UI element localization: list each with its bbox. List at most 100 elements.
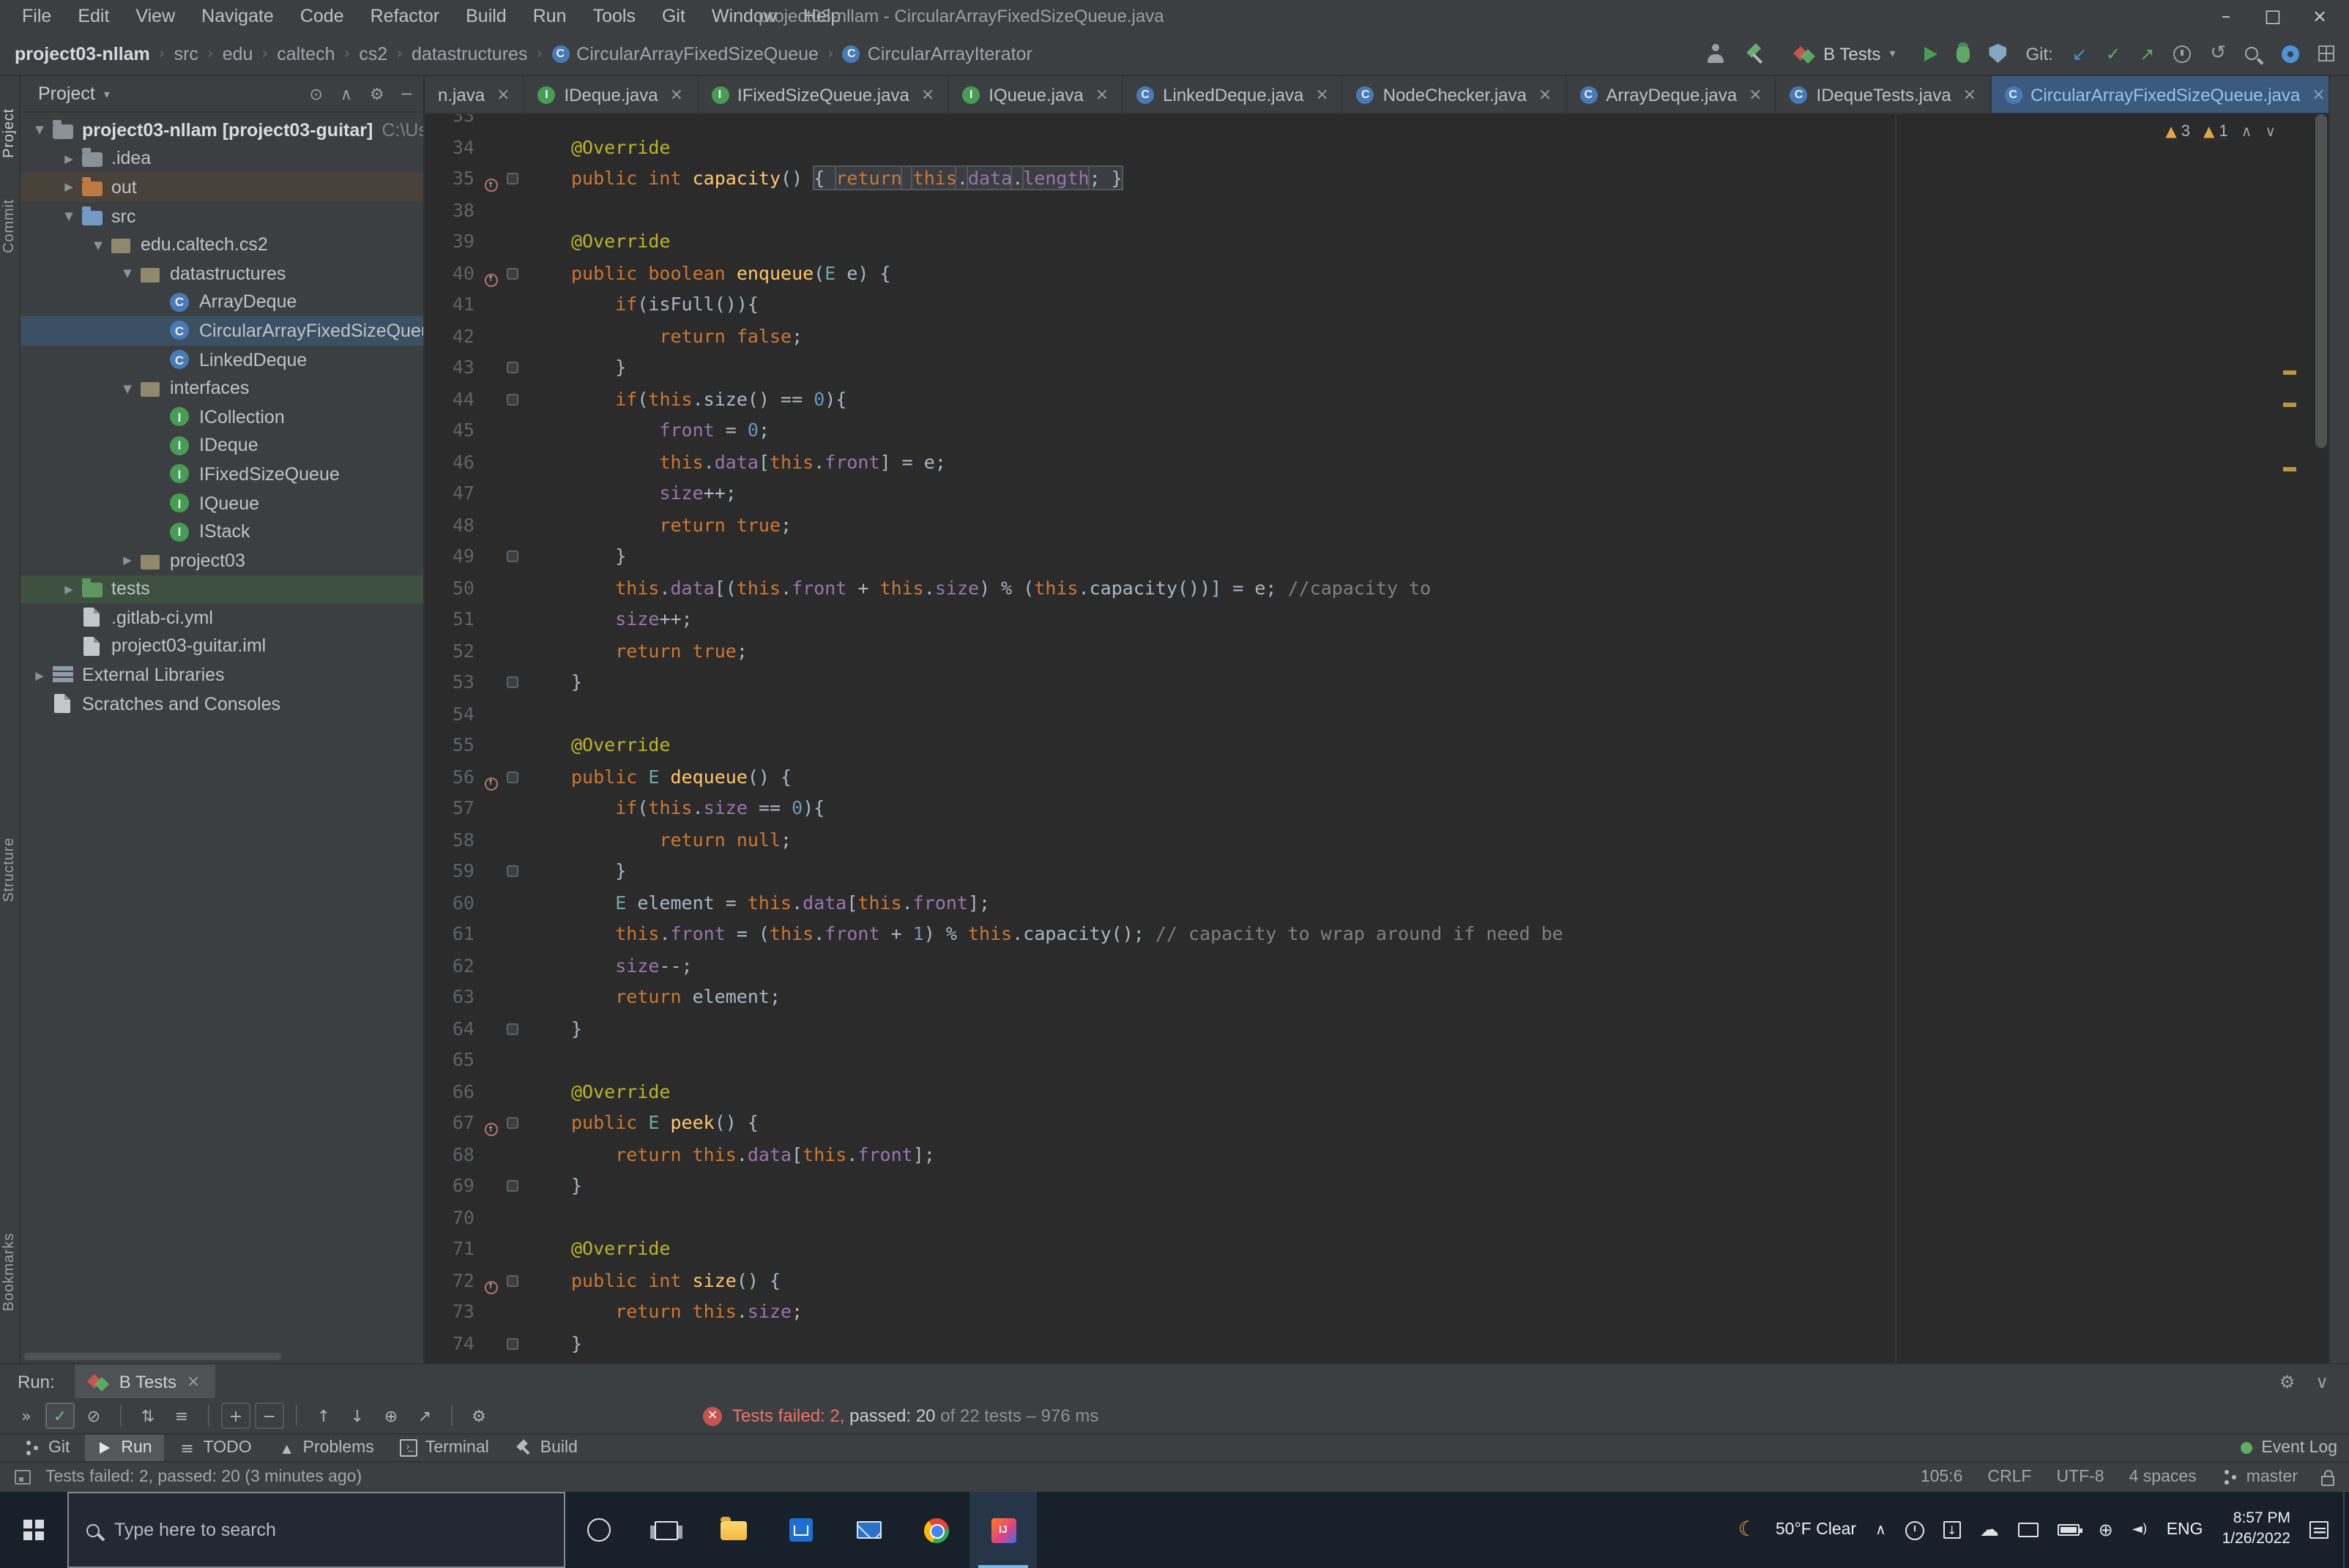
run-button[interactable] [1924, 46, 1938, 61]
show-ignored-icon[interactable]: ⊘ [79, 1403, 108, 1429]
menu-code[interactable]: Code [287, 6, 357, 26]
close-tab-icon[interactable]: × [1749, 85, 1762, 104]
clock-widget[interactable]: 8:57 PM 1/26/2022 [2222, 1510, 2290, 1550]
menu-file[interactable]: File [9, 6, 64, 26]
close-tab-icon[interactable]: × [921, 85, 934, 104]
intellij-button[interactable]: IJ [969, 1492, 1037, 1568]
horizontal-scrollbar[interactable] [23, 1353, 281, 1360]
search-everywhere-icon[interactable] [2245, 47, 2258, 60]
layout-windows-icon[interactable] [2318, 45, 2334, 61]
typos-badge[interactable]: ▲ 1 [2203, 123, 2228, 141]
fold-marker-icon[interactable] [507, 1337, 518, 1349]
toolwindow-run[interactable]: Run [84, 1435, 164, 1461]
code-editor[interactable]: 33 34 @Override 35 public int capacity() { r… [425, 114, 2328, 1363]
override-gutter-icon[interactable] [484, 272, 497, 286]
show-passed-icon[interactable]: ✓ [45, 1403, 75, 1429]
fold-marker-icon[interactable] [507, 267, 518, 279]
tab-NodeChecker.java[interactable]: C NodeChecker.java × [1344, 76, 1567, 113]
close-tab-icon[interactable]: × [1095, 85, 1109, 104]
tree-item[interactable]: ▼ interfaces [21, 374, 423, 403]
fold-marker-icon[interactable] [507, 1180, 518, 1192]
tree-item[interactable]: ▶ External Libraries [21, 661, 423, 690]
tree-item[interactable]: I IQueue [21, 488, 423, 517]
project-view-label[interactable]: Project [38, 83, 95, 104]
task-view-button[interactable] [633, 1492, 700, 1568]
tree-toggle-icon[interactable]: ▶ [117, 553, 138, 567]
fold-marker-icon[interactable] [507, 676, 518, 688]
caret-position[interactable]: 105:6 [1921, 1468, 1963, 1486]
store-button[interactable] [767, 1492, 835, 1568]
fold-marker-icon[interactable] [507, 1117, 518, 1129]
fold-marker-icon[interactable] [507, 550, 518, 562]
run-config-selector[interactable]: B Tests ▾ [1785, 40, 1905, 67]
hide-panel-icon[interactable]: ─ [402, 84, 412, 103]
breadcrumb-item[interactable]: C CircularArrayFixedSizeQueue [551, 43, 819, 64]
tree-toggle-icon[interactable]: ▶ [59, 181, 79, 194]
override-gutter-icon[interactable] [484, 1122, 497, 1136]
menu-build[interactable]: Build [453, 6, 520, 26]
tree-item[interactable]: ▼ project03-nllam [project03-guitar] C:\Us… [21, 116, 423, 144]
action-center-icon[interactable] [2309, 1521, 2328, 1539]
tree-toggle-icon[interactable]: ▼ [88, 238, 108, 251]
alarm-icon[interactable] [1905, 1520, 1924, 1539]
sort-alphabetically-icon[interactable]: ⇅ [133, 1403, 163, 1429]
run-settings-icon[interactable]: ⚙ [2279, 1371, 2296, 1392]
stripe-structure[interactable]: Structure [1, 837, 21, 902]
menu-edit[interactable]: Edit [64, 6, 122, 26]
override-gutter-icon[interactable] [484, 178, 497, 192]
history-icon[interactable] [2173, 45, 2192, 62]
fold-marker-icon[interactable] [507, 362, 518, 373]
fold-marker-icon[interactable] [507, 865, 518, 877]
tree-toggle-icon[interactable]: ▶ [59, 152, 79, 165]
breadcrumb-item[interactable]: edu [223, 43, 253, 64]
start-button[interactable] [0, 1492, 67, 1568]
tab-IFixedSizeQueue.java[interactable]: I IFixedSizeQueue.java × [698, 76, 950, 113]
previous-failed-test-icon[interactable]: ↑ [309, 1403, 338, 1429]
breadcrumb-item[interactable]: src [174, 43, 198, 64]
export-results-icon[interactable]: ↗ [410, 1403, 439, 1429]
battery-icon[interactable] [2057, 1524, 2083, 1536]
display-icon[interactable] [2017, 1523, 2039, 1537]
warning-stripe-mark[interactable] [2283, 370, 2296, 375]
toolwindow-todo[interactable]: TODO [167, 1435, 264, 1461]
mail-button[interactable] [835, 1492, 902, 1568]
close-tab-icon[interactable]: × [1315, 85, 1328, 104]
next-problem-icon[interactable]: ∨ [2265, 124, 2276, 140]
rerun-options-icon[interactable]: ⊕ [376, 1403, 406, 1429]
close-tab-icon[interactable]: × [2312, 85, 2325, 104]
toolwindow-problems[interactable]: Problems [267, 1435, 386, 1461]
minimize-button[interactable]: – [2203, 0, 2249, 32]
tree-item[interactable]: ▼ datastructures [21, 259, 423, 288]
breadcrumb-item[interactable]: caltech [277, 43, 335, 64]
stripe-project[interactable]: Project [1, 108, 21, 158]
tray-expand-icon[interactable]: ∧ [1875, 1522, 1886, 1538]
menu-tools[interactable]: Tools [580, 6, 649, 26]
coverage-button[interactable] [1989, 44, 2007, 63]
network-icon[interactable]: ⊕ [2099, 1520, 2113, 1540]
git-update-button[interactable]: ↙ [2072, 43, 2087, 64]
warning-stripe-mark[interactable] [2283, 403, 2296, 407]
menu-navigate[interactable]: Navigate [188, 6, 287, 26]
git-push-button[interactable]: ↗ [2140, 43, 2154, 64]
tree-item[interactable]: I ICollection [21, 403, 423, 431]
settings-icon[interactable]: ⚙ [370, 84, 384, 103]
navigate-target-icon[interactable] [2282, 45, 2299, 62]
sort-by-duration-icon[interactable]: ≡ [167, 1403, 196, 1429]
override-gutter-icon[interactable] [484, 776, 497, 790]
file-encoding[interactable]: UTF-8 [2056, 1468, 2104, 1486]
tree-item[interactable]: ▶ tests [21, 575, 423, 604]
stripe-bookmarks[interactable]: Bookmarks [1, 1233, 21, 1311]
tab-n.java[interactable]: n.java × [425, 76, 525, 113]
tree-item[interactable]: ▼ src [21, 202, 423, 231]
file-explorer-button[interactable] [700, 1492, 767, 1568]
tree-item[interactable]: I IFixedSizeQueue [21, 460, 423, 488]
undo-icon[interactable]: ↺ [2210, 42, 2226, 64]
breadcrumb-item[interactable]: project03-nllam [15, 43, 150, 64]
close-tab-icon[interactable]: × [496, 85, 510, 104]
chrome-button[interactable] [902, 1492, 969, 1568]
breadcrumb-item[interactable]: C CircularArrayIterator [842, 43, 1032, 64]
close-tab-icon[interactable]: × [1538, 85, 1552, 104]
tree-item[interactable]: ▶ project03 [21, 546, 423, 575]
menu-git[interactable]: Git [649, 6, 699, 26]
menu-run[interactable]: Run [520, 6, 580, 26]
